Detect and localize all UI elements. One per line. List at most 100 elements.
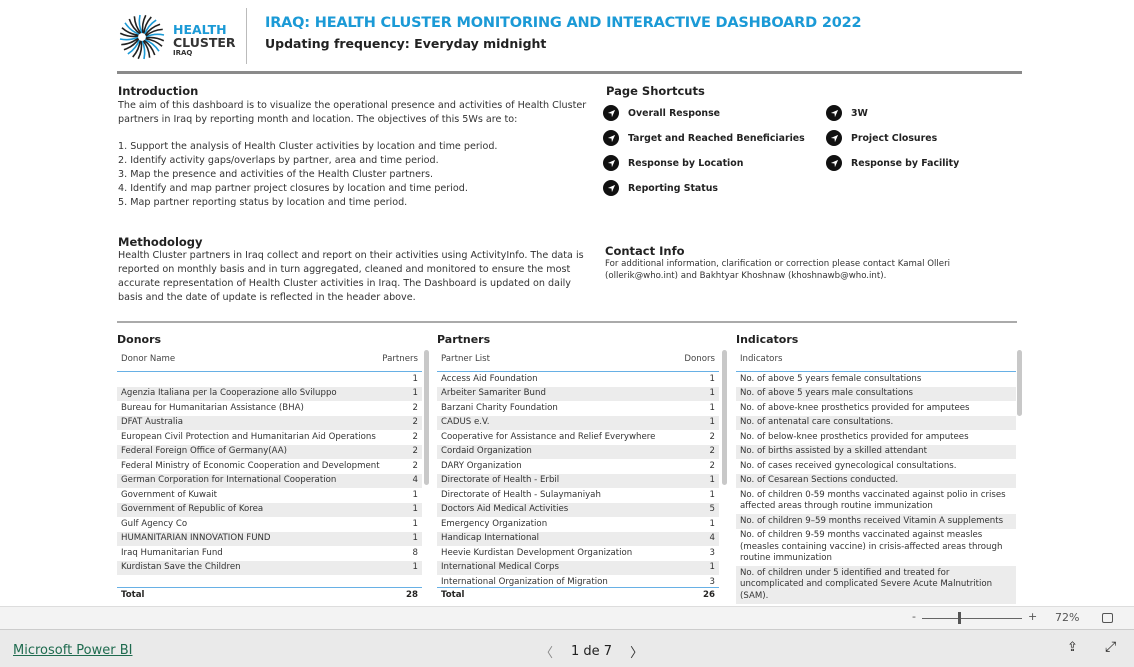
table-row[interactable]: Directorate of Health - Erbil 1 (437, 473, 719, 488)
shortcut-button[interactable]: Target and Reached Beneficiaries (603, 130, 805, 146)
table-row[interactable]: No. of cases received gynecological cons… (736, 459, 1016, 474)
indicators-scrollbar[interactable] (1017, 350, 1022, 416)
indicator-name: No. of antenatal care consultations. (740, 417, 894, 427)
shortcut-button[interactable]: Overall Response (603, 105, 720, 121)
table-row[interactable]: No. of below-knee prosthetics provided f… (736, 430, 1016, 445)
table-row[interactable]: Arbeiter Samariter Bund 1 (437, 386, 719, 401)
row-name: CADUS e.V. (441, 417, 490, 427)
shortcut-label: Overall Response (628, 107, 721, 119)
row-count: 2 (412, 460, 418, 471)
row-name: International Organization of Migration (441, 576, 608, 587)
table-row[interactable]: No. of above 5 years male consultations (736, 386, 1016, 401)
logo-text: IRAQ (173, 49, 193, 57)
indicator-name: No. of children 9–59 months received Vit… (740, 515, 1004, 526)
fit-to-page-icon[interactable] (1102, 613, 1113, 623)
row-count: 1 (709, 402, 715, 413)
table-row[interactable]: Kurdistan Save the Children 1 (117, 560, 422, 575)
zoom-out-button[interactable]: - (912, 610, 916, 623)
table-row[interactable]: Directorate of Health - Sulaymaniyah 1 (437, 488, 719, 503)
table-row[interactable]: Government of Kuwait 1 (117, 488, 422, 503)
row-name: Bureau for Humanitarian Assistance (BHA) (121, 402, 304, 413)
table-row[interactable]: European Civil Protection and Humanitari… (117, 430, 422, 445)
power-bi-link[interactable]: Microsoft Power BI (13, 643, 132, 658)
row-name: Heevie Kurdistan Development Organizatio… (441, 547, 633, 558)
zoom-bar: - + 72% (0, 606, 1134, 630)
table-row[interactable]: Federal Foreign Office of Germany(AA) 2 (117, 444, 422, 459)
table-row[interactable]: Barzani Charity Foundation 1 (437, 401, 719, 416)
table-row[interactable]: Federal Ministry of Economic Cooperation… (117, 459, 422, 474)
table-row[interactable]: Cordaid Organization 2 (437, 444, 719, 459)
table-row[interactable]: No. of children 9–59 months received Vit… (736, 514, 1016, 529)
previous-page-button[interactable]: 〈 (540, 642, 553, 661)
share-icon[interactable]: ⇪ (1067, 640, 1078, 655)
row-count: 2 (412, 431, 418, 442)
health-cluster-logo: HEALTH CLUSTER IRAQ (118, 13, 238, 61)
shortcut-label: Target and Reached Beneficiaries (628, 132, 805, 144)
table-row[interactable]: Gulf Agency Co 1 (117, 517, 422, 532)
shortcut-button[interactable]: 3W (826, 105, 868, 121)
indicator-name: No. of children 0-59 months vaccinated a… (740, 489, 1006, 512)
table-row[interactable]: Cooperative for Assistance and Relief Ev… (437, 430, 719, 445)
fullscreen-icon[interactable]: ⤢ (1105, 639, 1116, 655)
contact-heading: Contact Info (605, 244, 685, 258)
column-header[interactable]: Donors (684, 354, 715, 371)
partners-scrollbar[interactable] (722, 350, 727, 485)
zoom-slider[interactable] (922, 618, 1022, 619)
table-row[interactable]: No. of Cesarean Sections conducted. (736, 473, 1016, 488)
row-name: Arbeiter Samariter Bund (441, 388, 546, 398)
shortcut-button[interactable]: Response by Location (603, 155, 743, 171)
zoom-in-button[interactable]: + (1028, 610, 1037, 623)
table-row[interactable]: Government of Republic of Korea 1 (117, 502, 422, 517)
row-count: 4 (412, 475, 418, 485)
introduction-heading: Introduction (118, 84, 199, 98)
column-header[interactable]: Indicators (740, 354, 782, 371)
row-name: HUMANITARIAN INNOVATION FUND (121, 533, 271, 543)
table-row[interactable]: No. of above-knee prosthetics provided f… (736, 401, 1016, 416)
table-row[interactable]: Doctors Aid Medical Activities 5 (437, 502, 719, 517)
shortcut-label: Reporting Status (628, 182, 718, 194)
table-row[interactable]: No. of above 5 years female consultation… (736, 372, 1016, 387)
table-row[interactable]: German Corporation for International Coo… (117, 473, 422, 488)
table-row[interactable]: DFAT Australia 2 (117, 415, 422, 430)
table-row[interactable]: International Medical Corps 1 (437, 560, 719, 575)
column-header[interactable]: Partners (382, 354, 418, 371)
table-row[interactable]: DARY Organization 2 (437, 459, 719, 474)
table-row[interactable]: Emergency Organization 1 (437, 517, 719, 532)
row-count: 1 (412, 373, 418, 384)
table-row[interactable]: No. of children under 5 identified and t… (736, 566, 1016, 604)
column-header[interactable]: Donor Name (121, 354, 175, 371)
divider (117, 71, 1022, 74)
table-row[interactable]: HUMANITARIAN INNOVATION FUND 1 (117, 531, 422, 546)
indicator-name: No. of children under 5 identified and t… (740, 567, 993, 601)
row-count: 2 (412, 446, 418, 456)
table-row[interactable]: CADUS e.V. 1 (437, 415, 719, 430)
table-row[interactable]: No. of births assisted by a skilled atte… (736, 444, 1016, 459)
navigate-arrow-icon (826, 105, 842, 121)
donors-scrollbar[interactable] (424, 350, 429, 485)
column-header[interactable]: Partner List (441, 354, 490, 371)
row-name: DARY Organization (441, 460, 522, 471)
shortcut-button[interactable]: Reporting Status (603, 180, 718, 196)
row-name: Handicap International (441, 533, 540, 543)
table-row[interactable]: 1 (117, 372, 422, 387)
table-row[interactable]: Access Aid Foundation 1 (437, 372, 719, 387)
shortcuts-heading: Page Shortcuts (606, 84, 705, 98)
table-row[interactable]: Handicap International 4 (437, 531, 719, 546)
row-name (121, 374, 413, 386)
zoom-slider-thumb[interactable] (958, 612, 961, 624)
table-row[interactable]: No. of antenatal care consultations. (736, 415, 1016, 430)
divider (117, 321, 1017, 323)
shortcut-button[interactable]: Response by Facility (826, 155, 959, 171)
table-row[interactable]: Bureau for Humanitarian Assistance (BHA)… (117, 401, 422, 416)
row-count: 2 (709, 431, 715, 442)
shortcut-button[interactable]: Project Closures (826, 130, 937, 146)
table-row[interactable]: No. of children 9-59 months vaccinated a… (736, 529, 1016, 567)
table-row[interactable]: Iraq Humanitarian Fund 8 (117, 546, 422, 561)
next-page-button[interactable]: 〉 (630, 642, 643, 661)
row-name: Emergency Organization (441, 518, 548, 529)
table-row[interactable]: Heevie Kurdistan Development Organizatio… (437, 546, 719, 561)
table-row[interactable]: Agenzia Italiana per la Cooperazione all… (117, 386, 422, 401)
table-row[interactable]: International Organization of Migration 3 (437, 575, 719, 587)
table-row[interactable]: No. of children 0-59 months vaccinated a… (736, 488, 1016, 514)
donors-table: Donors Donor Name Partners 1 Agenzia Itali… (117, 333, 422, 605)
